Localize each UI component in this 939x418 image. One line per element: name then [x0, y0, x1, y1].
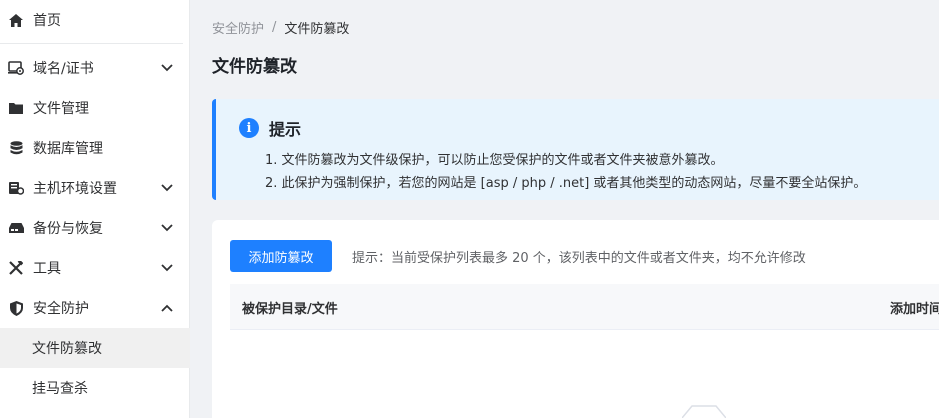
- page-title: 文件防篡改: [212, 57, 297, 77]
- database-icon: [8, 140, 24, 156]
- sidebar-subitem-malware-scan[interactable]: 挂马查杀: [0, 368, 190, 408]
- sidebar-subitem-label: 挂马查杀: [32, 381, 88, 397]
- chevron-down-icon: [160, 261, 174, 275]
- chevron-up-icon: [160, 301, 174, 315]
- tools-icon: [8, 260, 24, 276]
- empty-box-icon: [682, 405, 726, 418]
- sidebar-item-tools[interactable]: 工具: [0, 248, 190, 288]
- breadcrumb-current: 文件防篡改: [284, 21, 350, 37]
- tip-title: 提示: [269, 120, 302, 139]
- server-settings-icon: [8, 180, 24, 196]
- folder-icon: [8, 100, 24, 116]
- breadcrumb: 安全防护 / 文件防篡改: [212, 18, 350, 37]
- chevron-down-icon: [160, 181, 174, 195]
- sidebar-item-label: 首页: [33, 13, 61, 29]
- sidebar-item-backup-restore[interactable]: 备份与恢复: [0, 208, 190, 248]
- sidebar-item-label: 工具: [33, 261, 61, 277]
- shield-icon: [8, 300, 24, 316]
- column-header-protected-path: 被保护目录/文件: [242, 302, 338, 317]
- sidebar-item-file-manager[interactable]: 文件管理: [0, 88, 190, 128]
- sidebar-item-security[interactable]: 安全防护: [0, 288, 190, 328]
- limit-hint: 提示：当前受保护列表最多 20 个，该列表中的文件或者文件夹，均不允许修改: [352, 251, 806, 266]
- column-header-added-time: 添加时间: [890, 302, 939, 317]
- sidebar-item-domain-certificate[interactable]: 域名/证书: [0, 48, 190, 88]
- sidebar-item-label: 主机环境设置: [33, 181, 117, 197]
- tip-alert: i 提示 1. 文件防篡改为文件级保护，可以防止您受保护的文件或者文件夹被意外篡…: [212, 99, 939, 200]
- table-header: 被保护目录/文件 添加时间: [230, 284, 939, 330]
- domain-certificate-icon: [8, 60, 24, 76]
- sidebar-divider: [0, 43, 183, 44]
- breadcrumb-separator: /: [272, 19, 277, 35]
- chevron-down-icon: [160, 221, 174, 235]
- sidebar-item-label: 数据库管理: [33, 141, 103, 157]
- protection-list-card: 添加防篡改 提示：当前受保护列表最多 20 个，该列表中的文件或者文件夹，均不允…: [212, 220, 939, 418]
- sidebar-item-label: 文件管理: [33, 101, 89, 117]
- sidebar: 首页 域名/证书 文件管理 数据库管理 主机环境设置 备份与恢复 工具 安全防护…: [0, 0, 190, 418]
- tip-line: 2. 此保护为强制保护，若您的网站是 [asp / php / .net] 或者…: [265, 176, 867, 191]
- sidebar-item-label: 安全防护: [33, 301, 89, 317]
- info-icon: i: [239, 118, 259, 138]
- sidebar-item-label: 备份与恢复: [33, 221, 103, 237]
- sidebar-subitem-label: 文件防篡改: [32, 341, 102, 357]
- sidebar-item-host-environment[interactable]: 主机环境设置: [0, 168, 190, 208]
- home-icon: [8, 12, 24, 28]
- breadcrumb-parent-link[interactable]: 安全防护: [212, 18, 264, 37]
- tip-line: 1. 文件防篡改为文件级保护，可以防止您受保护的文件或者文件夹被意外篡改。: [265, 153, 724, 168]
- sidebar-subitem-file-tamper-protection[interactable]: 文件防篡改: [0, 328, 190, 368]
- sidebar-item-database[interactable]: 数据库管理: [0, 128, 190, 168]
- chevron-down-icon: [160, 61, 174, 75]
- sidebar-item-home[interactable]: 首页: [0, 0, 190, 40]
- backup-drive-icon: [8, 220, 24, 236]
- sidebar-item-label: 域名/证书: [33, 61, 94, 77]
- add-tamper-protection-button[interactable]: 添加防篡改: [230, 240, 332, 272]
